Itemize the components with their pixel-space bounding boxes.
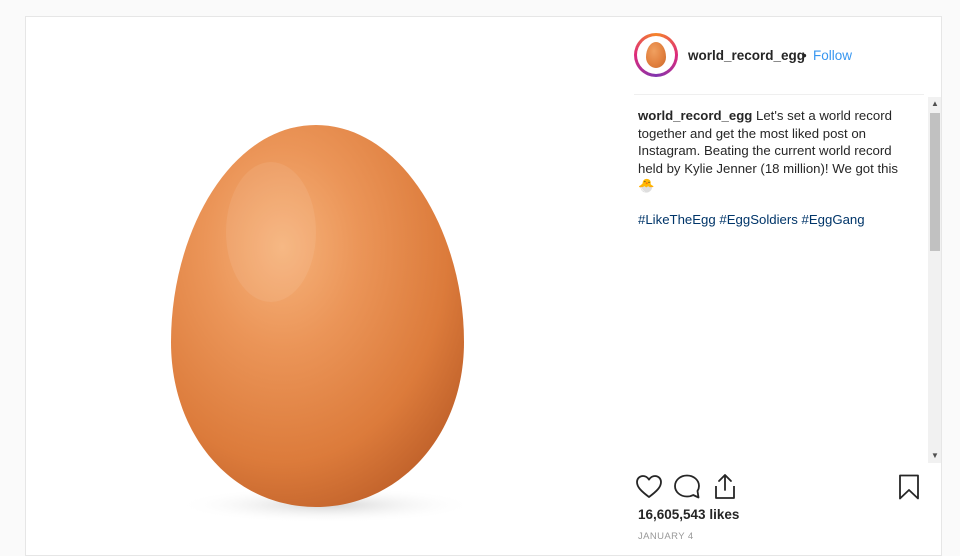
egg-photo: [171, 125, 476, 523]
avatar[interactable]: [634, 33, 678, 77]
heart-icon[interactable]: [634, 472, 664, 502]
comment-icon[interactable]: [672, 472, 702, 502]
hashtag-link[interactable]: #EggSoldiers: [719, 212, 797, 227]
share-icon[interactable]: [710, 472, 740, 502]
header-divider: [634, 94, 924, 95]
post-card: world_record_egg • Follow world_record_e…: [25, 16, 942, 556]
comments-scrollbar[interactable]: ▲ ▼: [928, 97, 941, 463]
header-username[interactable]: world_record_egg: [688, 48, 805, 63]
post-header: world_record_egg • Follow: [622, 17, 941, 93]
scroll-down-arrow-icon[interactable]: ▼: [928, 449, 941, 463]
scrollbar-thumb[interactable]: [930, 113, 940, 251]
likes-count[interactable]: 16,605,543 likes: [638, 507, 739, 522]
hashtag-list: #LikeTheEgg #EggSoldiers #EggGang: [638, 212, 865, 227]
post-sidebar: world_record_egg • Follow world_record_e…: [622, 17, 941, 555]
caption: world_record_egg Let's set a world recor…: [638, 107, 908, 195]
post-image[interactable]: [26, 17, 617, 555]
egg-avatar-icon: [646, 42, 666, 68]
action-bar: [622, 472, 941, 512]
bookmark-icon[interactable]: [894, 472, 924, 502]
follow-button[interactable]: Follow: [813, 48, 852, 63]
post-date[interactable]: JANUARY 4: [638, 531, 694, 542]
caption-username[interactable]: world_record_egg: [638, 108, 752, 123]
caption-emoji: 🐣: [638, 178, 655, 194]
scroll-up-arrow-icon[interactable]: ▲: [928, 97, 941, 111]
header-separator: •: [802, 48, 807, 63]
hashtag-link[interactable]: #LikeTheEgg: [638, 212, 716, 227]
hashtag-link[interactable]: #EggGang: [802, 212, 865, 227]
